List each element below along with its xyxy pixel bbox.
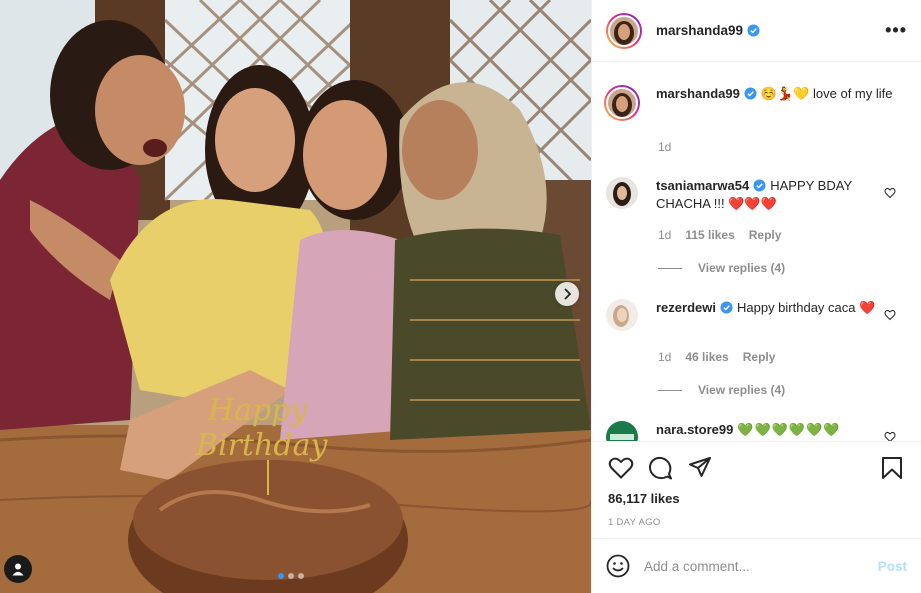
verified-badge-icon (753, 179, 766, 192)
carousel-dot (298, 573, 304, 579)
comment-input[interactable] (644, 558, 878, 574)
comment-likes[interactable]: 46 likes (685, 350, 728, 364)
instagram-post: Happy Birthday marshanda99 ••• marshanda… (0, 0, 921, 593)
comment-username[interactable]: nara.store99 (656, 422, 733, 437)
commenter-avatar[interactable] (606, 421, 638, 441)
comment-like-heart-icon[interactable] (884, 309, 896, 321)
divider (658, 389, 682, 391)
bookmark-icon[interactable] (881, 456, 903, 480)
post-comment-button[interactable]: Post (878, 559, 907, 574)
post-header: marshanda99 ••• (592, 0, 921, 62)
view-replies-label: View replies (4) (698, 383, 786, 397)
divider (658, 267, 682, 269)
comment-likes[interactable]: 115 likes (685, 228, 734, 242)
caption-age: 1d (658, 140, 672, 154)
comment-icon[interactable] (648, 456, 673, 481)
view-replies-label: View replies (4) (698, 261, 786, 275)
comments-list[interactable]: marshanda99 ☺️💃💛 love of my life 1d tsani… (592, 63, 921, 441)
view-replies-button[interactable]: View replies (4) (658, 261, 785, 275)
comment-row: tsaniamarwa54 HAPPY BDAY CHACHA !!! ❤️❤️❤… (606, 177, 906, 213)
comment-username[interactable]: tsaniamarwa54 (656, 178, 749, 193)
post-side-panel: marshanda99 ••• marshanda99 ☺️💃💛 love of … (591, 0, 921, 593)
author-avatar[interactable] (606, 12, 642, 49)
commenter-avatar[interactable] (606, 299, 638, 331)
svg-text:Birthday: Birthday (195, 428, 328, 463)
caption-username[interactable]: marshanda99 (656, 86, 740, 101)
likes-count[interactable]: 86,117 likes (608, 491, 680, 506)
share-icon[interactable] (688, 456, 712, 480)
comment-username[interactable]: rezerdewi (656, 300, 716, 315)
comment-text: 💚💚💚💚💚💚 (737, 422, 841, 437)
comment-row: nara.store99 💚💚💚💚💚💚 (606, 421, 906, 441)
verified-badge-icon (747, 24, 760, 37)
caption-avatar[interactable] (604, 85, 640, 121)
add-comment-bar: Post (592, 538, 921, 593)
comment-age: 1d (658, 228, 672, 242)
comment-meta: 1d 115 likes Reply (658, 228, 781, 242)
carousel-dots (278, 573, 304, 579)
comment-row: rezerdewi Happy birthday caca ❤️ (606, 299, 906, 331)
comment-age: 1d (658, 350, 672, 364)
photo-scene: Happy Birthday (0, 0, 591, 593)
reply-button[interactable]: Reply (749, 228, 782, 242)
emoji-icon[interactable] (606, 554, 630, 578)
next-slide-button[interactable] (555, 282, 579, 306)
view-replies-button[interactable]: View replies (4) (658, 383, 785, 397)
user-tags-button[interactable] (4, 555, 32, 583)
heart-icon[interactable] (608, 456, 634, 480)
comment-text: Happy birthday caca ❤️ (736, 300, 876, 315)
chevron-right-icon (564, 288, 572, 300)
commenter-avatar[interactable] (606, 177, 638, 209)
author-username[interactable]: marshanda99 (656, 23, 743, 38)
verified-badge-icon (720, 301, 733, 314)
user-tag-icon (12, 563, 24, 576)
comment-meta: 1d 46 likes Reply (658, 350, 775, 364)
caption-text: ☺️💃💛 love of my life (760, 86, 893, 101)
post-actions: 86,117 likes 1 DAY AGO (592, 441, 921, 538)
post-photo[interactable]: Happy Birthday (0, 0, 591, 593)
comment-like-heart-icon[interactable] (884, 431, 896, 441)
post-date[interactable]: 1 DAY AGO (608, 517, 661, 528)
caption-row: marshanda99 ☺️💃💛 love of my life (604, 85, 906, 121)
verified-badge-icon (744, 87, 757, 100)
more-options-icon[interactable]: ••• (885, 20, 907, 41)
carousel-dot-active (278, 573, 284, 579)
comment-like-heart-icon[interactable] (884, 187, 896, 199)
svg-text:Happy: Happy (207, 393, 308, 428)
carousel-dot (288, 573, 294, 579)
reply-button[interactable]: Reply (743, 350, 776, 364)
